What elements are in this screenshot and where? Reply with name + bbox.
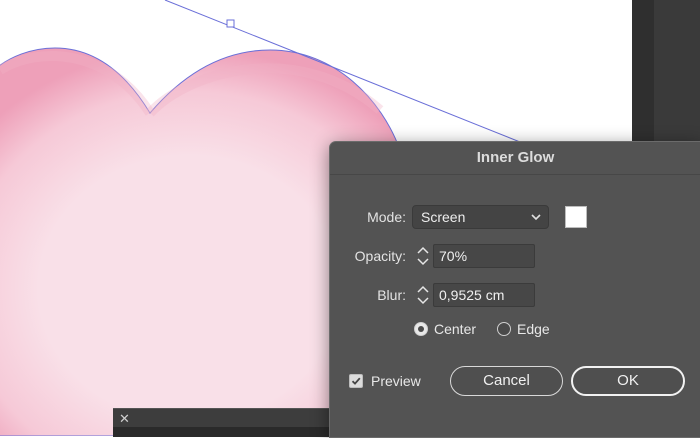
ok-button[interactable]: OK xyxy=(571,366,685,396)
edge-radio[interactable] xyxy=(497,322,511,336)
mode-select[interactable]: Screen xyxy=(412,205,549,229)
blur-input[interactable]: 0,9525 cm xyxy=(433,283,535,307)
blur-stepper-icon[interactable] xyxy=(414,283,432,307)
chevron-down-icon xyxy=(531,214,541,221)
opacity-input[interactable]: 70% xyxy=(433,244,535,268)
mode-value: Screen xyxy=(421,209,466,225)
mode-label: Mode: xyxy=(367,209,406,225)
checkmark-icon xyxy=(351,377,361,385)
inner-glow-dialog: Inner Glow Mode: Screen Opacity: 70% Blu… xyxy=(329,141,700,438)
edge-label: Edge xyxy=(517,321,550,337)
blur-label: Blur: xyxy=(377,287,406,303)
floating-panel: ✕ xyxy=(113,408,343,437)
anchor-handle[interactable] xyxy=(226,19,235,28)
cancel-button[interactable]: Cancel xyxy=(450,366,563,396)
center-radio[interactable] xyxy=(414,322,428,336)
glow-color-swatch[interactable] xyxy=(565,206,587,228)
close-icon[interactable]: ✕ xyxy=(119,411,130,427)
preview-checkbox[interactable] xyxy=(349,374,363,388)
center-label: Center xyxy=(434,321,477,337)
opacity-label: Opacity: xyxy=(354,248,406,264)
preview-label: Preview xyxy=(371,373,421,389)
blur-value: 0,9525 cm xyxy=(439,287,505,303)
dialog-title: Inner Glow xyxy=(330,142,700,175)
opacity-value: 70% xyxy=(439,248,468,264)
opacity-stepper-icon[interactable] xyxy=(414,244,432,268)
